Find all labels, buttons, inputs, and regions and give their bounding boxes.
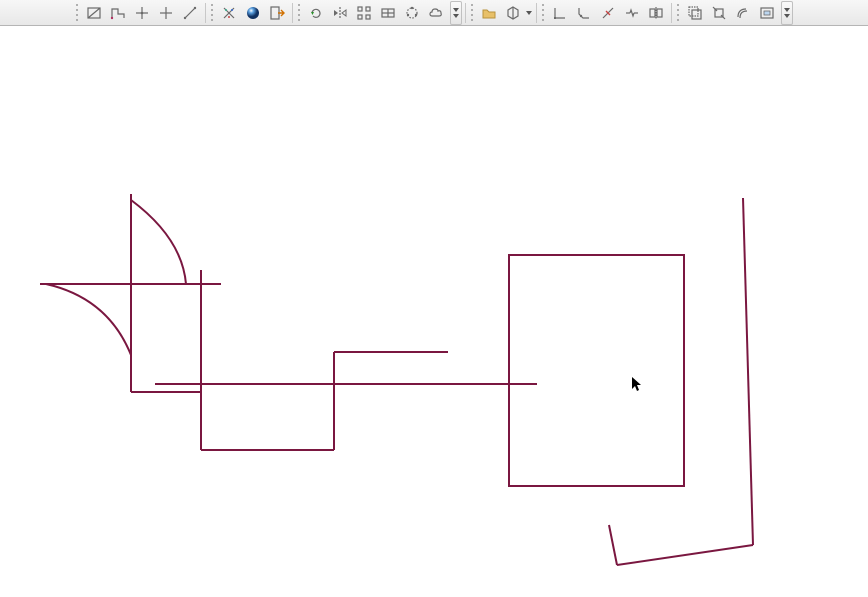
sketch-rect[interactable] — [509, 255, 684, 486]
sketch-line[interactable] — [617, 545, 753, 565]
toolbar-separator — [536, 3, 537, 23]
sketch-line[interactable] — [743, 198, 753, 545]
sketch-plane-button[interactable] — [83, 2, 105, 24]
sketch-arc[interactable] — [46, 284, 131, 355]
break-icon — [624, 5, 640, 21]
update-button[interactable] — [305, 2, 327, 24]
break-button[interactable] — [621, 2, 643, 24]
cloud-icon — [428, 5, 444, 21]
project-button[interactable] — [684, 2, 706, 24]
toolbar-grip[interactable] — [542, 3, 546, 23]
output-button[interactable] — [756, 2, 778, 24]
edit-overflow[interactable] — [781, 1, 793, 25]
symmetry-icon — [648, 5, 664, 21]
line-button[interactable] — [179, 2, 201, 24]
toolbar-grip[interactable] — [76, 3, 80, 23]
axis-icon — [158, 5, 174, 21]
update-icon — [308, 5, 324, 21]
toolbar-grip[interactable] — [298, 3, 302, 23]
profile-button[interactable] — [107, 2, 129, 24]
toolbar-grip[interactable] — [471, 3, 475, 23]
toolbar-separator — [292, 3, 293, 23]
cloud-button[interactable] — [425, 2, 447, 24]
open-sketch-icon — [481, 5, 497, 21]
sketch-plane-icon — [86, 5, 102, 21]
sketch-arc[interactable] — [131, 200, 186, 284]
render-icon — [245, 5, 261, 21]
corner-icon — [552, 5, 568, 21]
render-button[interactable] — [242, 2, 264, 24]
hexagon-button[interactable] — [502, 2, 524, 24]
profile-icon — [110, 5, 126, 21]
trim-icon — [600, 5, 616, 21]
sketch-canvas[interactable] — [0, 27, 868, 597]
point-icon — [134, 5, 150, 21]
offset-icon — [735, 5, 751, 21]
project-icon — [687, 5, 703, 21]
trim-button[interactable] — [597, 2, 619, 24]
isolate-button[interactable] — [708, 2, 730, 24]
toolbar-separator — [671, 3, 672, 23]
rect-pattern-icon — [356, 5, 372, 21]
circ-pattern-icon — [404, 5, 420, 21]
hexagon-dropdown[interactable] — [525, 3, 533, 23]
rect-bound-icon — [380, 5, 396, 21]
mirror-button[interactable] — [329, 2, 351, 24]
chamfer-button[interactable] — [573, 2, 595, 24]
xy-plane-icon — [221, 5, 237, 21]
exit-sketch-icon — [269, 5, 285, 21]
open-sketch-button[interactable] — [478, 2, 500, 24]
point-button[interactable] — [131, 2, 153, 24]
symmetry-button[interactable] — [645, 2, 667, 24]
circ-pattern-button[interactable] — [401, 2, 423, 24]
axis-button[interactable] — [155, 2, 177, 24]
toolbar-grip[interactable] — [211, 3, 215, 23]
line-icon — [182, 5, 198, 21]
toolbar — [0, 0, 868, 26]
transform-overflow[interactable] — [450, 1, 462, 25]
xy-plane-button[interactable] — [218, 2, 240, 24]
hexagon-icon — [505, 5, 521, 21]
chamfer-icon — [576, 5, 592, 21]
output-icon — [759, 5, 775, 21]
rect-bound-button[interactable] — [377, 2, 399, 24]
rect-pattern-button[interactable] — [353, 2, 375, 24]
sketch-line[interactable] — [609, 525, 617, 565]
toolbar-separator — [465, 3, 466, 23]
corner-button[interactable] — [549, 2, 571, 24]
offset-button[interactable] — [732, 2, 754, 24]
isolate-icon — [711, 5, 727, 21]
mirror-icon — [332, 5, 348, 21]
exit-sketch-button[interactable] — [266, 2, 288, 24]
toolbar-separator — [205, 3, 206, 23]
toolbar-grip[interactable] — [677, 3, 681, 23]
